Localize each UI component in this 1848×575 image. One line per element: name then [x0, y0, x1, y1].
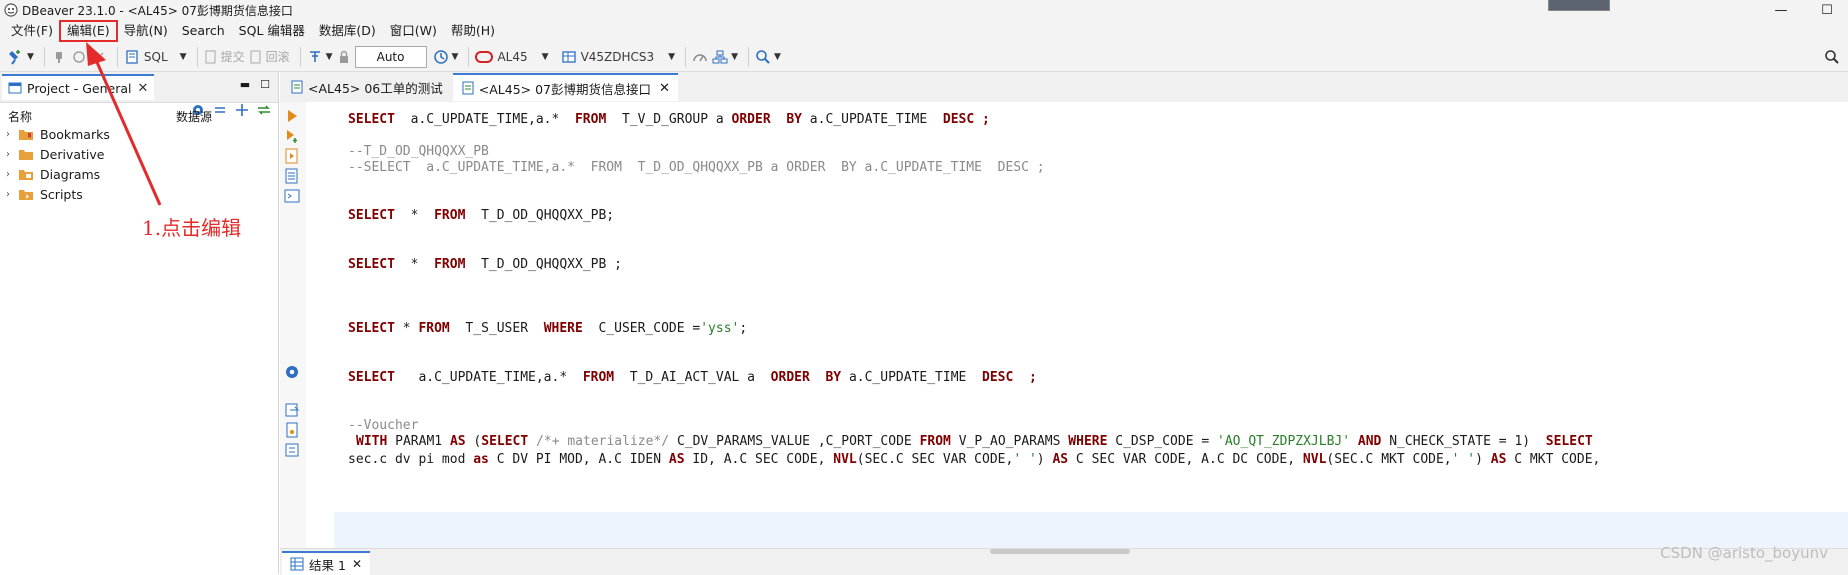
annotation-label: 1.点击编辑	[142, 216, 242, 240]
annotation-arrow	[86, 42, 162, 206]
